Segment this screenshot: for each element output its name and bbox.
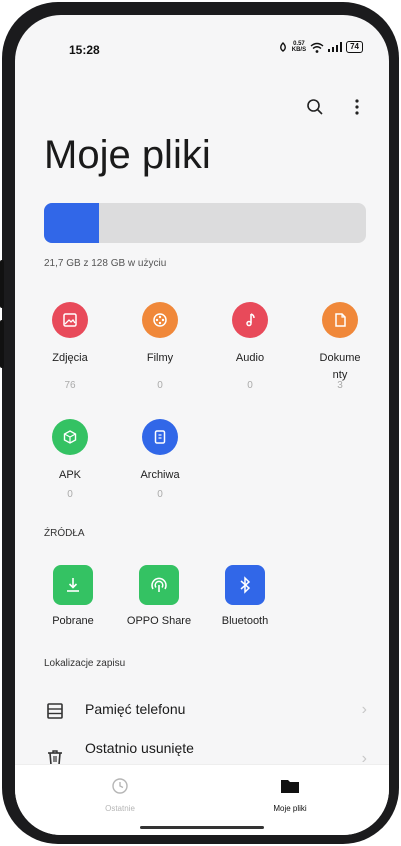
category-audio[interactable]: Audio 0 (215, 302, 285, 391)
category-apk[interactable]: APK 0 (35, 419, 105, 500)
category-documents-count: 3 (337, 380, 343, 391)
storage-used-fill (44, 203, 99, 243)
network-speed-unit: KB/S (291, 47, 307, 53)
source-bluetooth-label: Bluetooth (221, 615, 269, 627)
source-bluetooth[interactable]: Bluetooth (205, 565, 285, 627)
category-videos[interactable]: Filmy 0 (125, 302, 195, 391)
category-apk-circle (52, 419, 88, 455)
folder-icon (281, 780, 299, 793)
category-audio-count: 0 (247, 380, 253, 391)
category-documents-label-line1: Dokume (319, 352, 361, 364)
category-documents[interactable]: Dokume nty 3 (305, 302, 375, 391)
sources-heading: ŹRÓDŁA (44, 528, 85, 539)
archive-icon (154, 430, 166, 444)
search-button[interactable] (301, 93, 329, 121)
more-vertical-icon (355, 99, 359, 115)
battery-icon: 74 (346, 41, 363, 53)
wifi-icon (310, 42, 324, 53)
volume-button (0, 260, 4, 308)
network-speed: 0.57 KB/S (292, 41, 306, 53)
document-icon (335, 313, 346, 327)
chevron-right-icon: › (361, 701, 367, 718)
category-videos-circle (142, 302, 178, 338)
category-apk-label: APK (58, 469, 81, 481)
source-downloads[interactable]: Pobrane (33, 565, 113, 627)
home-indicator[interactable] (140, 826, 264, 829)
category-photos[interactable]: Zdjęcia 76 (35, 302, 105, 391)
nav-my-files-label: Moje pliki (273, 804, 307, 813)
image-icon (63, 313, 77, 327)
category-documents-circle (322, 302, 358, 338)
bottom-navigation: Ostatnie Moje pliki (15, 764, 389, 835)
nav-my-files[interactable]: Moje pliki (240, 777, 340, 813)
status-time: 15:28 (69, 43, 100, 57)
storage-icon (47, 703, 63, 719)
source-downloads-tile (53, 565, 93, 605)
more-options-button[interactable] (343, 93, 371, 121)
nav-recent-label: Ostatnie (105, 804, 135, 813)
bluetooth-icon (240, 576, 251, 594)
category-photos-label: Zdjęcia (52, 352, 88, 364)
oppo-share-icon (151, 577, 167, 592)
search-icon (307, 99, 323, 115)
location-phone-storage[interactable]: Pamięć telefonu › (15, 693, 389, 733)
category-videos-label: Filmy (146, 352, 174, 364)
category-audio-circle (232, 302, 268, 338)
source-oppo-share-label: OPPO Share (126, 615, 192, 627)
source-oppo-share-tile (139, 565, 179, 605)
category-archives-circle (142, 419, 178, 455)
category-photos-circle (52, 302, 88, 338)
locations-heading: Lokalizacje zapisu (44, 658, 126, 669)
storage-usage-text: 21,7 GB z 128 GB w użyciu (44, 258, 167, 269)
page-title: Moje pliki (44, 133, 211, 177)
category-audio-label: Audio (235, 352, 265, 364)
location-recently-deleted-label: Ostatnio usunięte (85, 740, 194, 756)
category-archives-label: Archiwa (140, 469, 180, 481)
category-documents-label: Dokume nty (305, 350, 375, 384)
category-archives[interactable]: Archiwa 0 (125, 419, 195, 500)
category-archives-count: 0 (157, 489, 163, 500)
status-icons: 0.57 KB/S 74 (278, 41, 363, 53)
package-icon (63, 430, 77, 444)
source-oppo-share[interactable]: OPPO Share (119, 565, 199, 627)
status-bar: 15:28 0.57 KB/S 74 (15, 39, 389, 61)
music-note-icon (246, 313, 255, 327)
phone-frame: 15:28 0.57 KB/S 74 Moje pliki 21,7 GB z … (0, 2, 399, 844)
source-bluetooth-tile (225, 565, 265, 605)
dnd-icon (279, 42, 286, 52)
category-photos-count: 76 (64, 380, 76, 391)
storage-bar[interactable] (44, 203, 366, 243)
screen: 15:28 0.57 KB/S 74 Moje pliki 21,7 GB z … (15, 15, 389, 835)
location-phone-storage-label: Pamięć telefonu (85, 701, 186, 717)
signal-icon (328, 42, 343, 52)
download-icon (67, 578, 79, 592)
clock-icon (112, 778, 128, 794)
category-apk-count: 0 (67, 489, 73, 500)
nav-recent[interactable]: Ostatnie (70, 777, 170, 813)
power-button (0, 320, 4, 368)
source-downloads-label: Pobrane (52, 615, 94, 627)
category-videos-count: 0 (157, 380, 163, 391)
film-reel-icon (153, 313, 167, 327)
